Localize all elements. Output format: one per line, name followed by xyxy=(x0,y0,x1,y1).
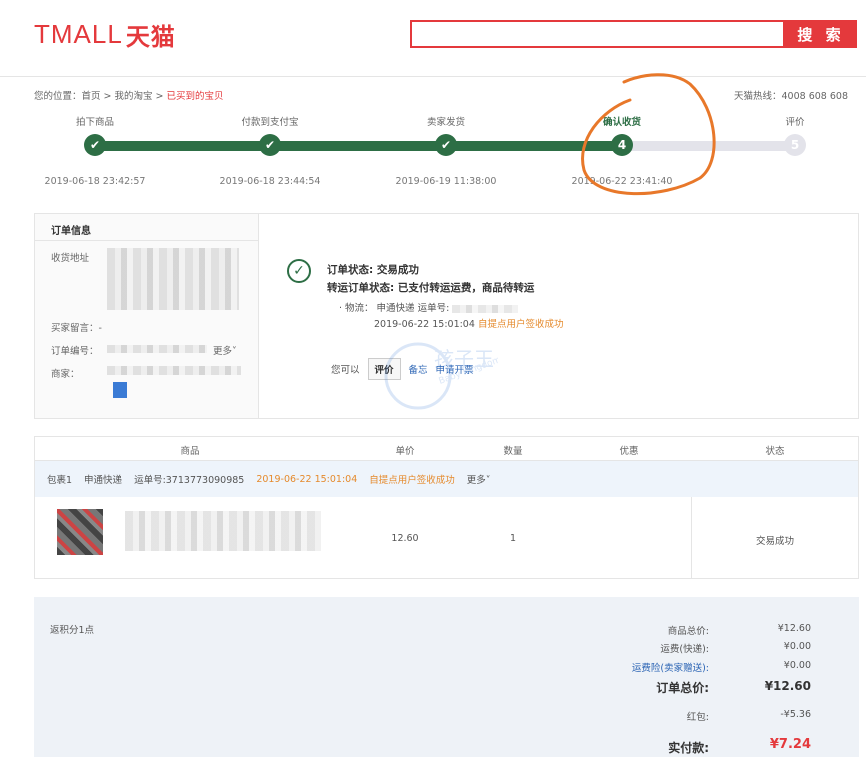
package-row: 包裹1 申通快递 运单号:3713773090985 2019-06-22 15… xyxy=(35,461,858,497)
subtotal-label: 商品总价: xyxy=(667,626,709,637)
logistics-detail: 2019-06-22 15:01:04 自提点用户签收成功 xyxy=(374,316,563,330)
progress-bar-done xyxy=(95,141,622,151)
search-button[interactable]: 搜 索 xyxy=(785,20,857,48)
shipping-label: 运费(快递): xyxy=(660,644,709,655)
step-time-3: 2019-06-19 11:38:00 xyxy=(395,176,497,187)
merchant-blurred xyxy=(107,366,241,375)
points-return: 返积分1点 xyxy=(50,625,95,636)
order-total-label: 订单总价: xyxy=(656,681,709,695)
step-time-1: 2019-06-18 23:42:57 xyxy=(44,176,146,187)
step-dot-3: ✔ xyxy=(435,134,457,156)
logistics-status[interactable]: 自提点用户签收成功 xyxy=(478,319,564,330)
tmall-logo[interactable]: TMALL 天猫 xyxy=(34,18,176,51)
order-number-blurred xyxy=(107,345,207,353)
address-label: 收货地址 xyxy=(51,253,90,264)
actual-paid-value: ¥7.24 xyxy=(769,737,811,752)
row-qty: 1 xyxy=(509,533,517,544)
subtotal-value: ¥12.60 xyxy=(777,623,811,634)
order-status-text: 订单状态: 交易成功 xyxy=(327,264,419,276)
step-label-5: 评价 xyxy=(785,117,805,128)
address-blurred xyxy=(107,248,239,310)
logistics-line: · 物流： 申通快递 运单号: xyxy=(339,300,519,314)
row-status: 交易成功 xyxy=(755,536,795,547)
merchant-label: 商家： xyxy=(51,369,80,380)
order-actions: 您可以 评价 备忘 申请开票 xyxy=(331,358,474,380)
step-dot-2: ✔ xyxy=(259,134,281,156)
order-number-label: 订单编号： xyxy=(51,346,99,357)
tracking-blurred xyxy=(452,304,519,313)
step-dot-4: 4 xyxy=(611,134,633,156)
divider xyxy=(35,240,258,241)
package-label: 包裹1 xyxy=(47,475,73,486)
search-bar: 搜 索 xyxy=(410,20,857,48)
you-can-label: 您可以 xyxy=(331,365,360,376)
order-total-value: ¥12.60 xyxy=(764,679,811,693)
insurance-value: ¥0.00 xyxy=(783,660,811,671)
buyer-message: 买家留言：- xyxy=(51,323,102,334)
package-time: 2019-06-22 15:01:04 xyxy=(256,473,358,485)
search-input[interactable] xyxy=(410,20,785,48)
header-divider xyxy=(0,76,866,77)
step-time-2: 2019-06-18 23:44:54 xyxy=(219,176,321,187)
package-tracking: 运单号:3713773090985 xyxy=(134,475,245,486)
col-price: 单价 xyxy=(395,446,415,457)
package-carrier: 申通快递 xyxy=(84,475,123,486)
success-check-icon: ✓ xyxy=(287,259,311,283)
order-progress: 拍下商品 付款到支付宝 卖家发货 确认收货 评价 ✔ ✔ ✔ 4 5 2019-… xyxy=(34,108,864,198)
order-info-title: 订单信息 xyxy=(51,226,91,237)
breadcrumb-current[interactable]: 已买到的宝贝 xyxy=(167,91,224,102)
red-packet-value: -¥5.36 xyxy=(780,709,811,720)
actual-paid-label: 实付款: xyxy=(668,741,709,755)
logo-latin: TMALL xyxy=(34,18,123,49)
package-status[interactable]: 自提点用户签收成功 xyxy=(369,472,455,486)
step-time-4: 2019-06-22 23:41:40 xyxy=(571,176,673,187)
table-header: 商品 单价 数量 优惠 状态 xyxy=(35,437,858,461)
col-goods: 商品 xyxy=(180,446,200,457)
logistics-time: 2019-06-22 15:01:04 xyxy=(374,319,475,330)
step-label-1: 拍下商品 xyxy=(75,117,115,128)
product-thumbnail[interactable] xyxy=(57,509,103,555)
more-toggle[interactable]: 更多˅ xyxy=(213,343,237,357)
items-table: 商品 单价 数量 优惠 状态 包裹1 申通快递 运单号:371377309098… xyxy=(34,436,859,579)
order-info: 订单信息 收货地址 买家留言：- 订单编号： 更多˅ 商家： xyxy=(35,214,259,418)
merchant-icon xyxy=(113,382,127,398)
memo-link[interactable]: 备忘 xyxy=(409,362,428,376)
breadcrumb-path[interactable]: 您的位置：首页 > 我的淘宝 > xyxy=(34,91,167,102)
logo-cn: 天猫 xyxy=(125,22,176,51)
hotline: 天猫热线：4008 608 608 xyxy=(734,91,848,102)
row-price: 12.60 xyxy=(391,533,419,544)
step-dot-1: ✔ xyxy=(84,134,106,156)
red-packet-label: 红包: xyxy=(686,712,709,723)
step-label-4: 确认收货 xyxy=(602,117,642,128)
breadcrumb: 您的位置：首页 > 我的淘宝 > 已买到的宝贝 xyxy=(34,88,224,102)
step-dot-5: 5 xyxy=(784,134,806,156)
invoice-link[interactable]: 申请开票 xyxy=(436,362,474,376)
package-more[interactable]: 更多˅ xyxy=(467,472,491,486)
progress-bar-pending xyxy=(622,141,795,151)
col-discount: 优惠 xyxy=(619,446,639,457)
step-label-3: 卖家发货 xyxy=(426,117,466,128)
evaluate-button[interactable]: 评价 xyxy=(367,358,401,380)
col-qty: 数量 xyxy=(503,446,523,457)
divider xyxy=(691,497,692,578)
logistics-prefix: · 物流： 申通快递 运单号: xyxy=(339,303,450,314)
shipping-value: ¥0.00 xyxy=(783,641,811,652)
transfer-status-text: 转运订单状态: 已支付转运运费，商品待转运 xyxy=(327,282,535,294)
step-label-2: 付款到支付宝 xyxy=(241,117,299,128)
col-status: 状态 xyxy=(765,446,785,457)
product-title-blurred[interactable] xyxy=(125,511,321,551)
payment-summary: 返积分1点 商品总价: ¥12.60 运费(快递): ¥0.00 运费险(卖家赠… xyxy=(34,597,859,757)
insurance-label[interactable]: 运费险(卖家赠送): xyxy=(509,660,709,674)
table-row: 12.60 1 交易成功 xyxy=(35,497,858,578)
order-panel: 订单信息 收货地址 买家留言：- 订单编号： 更多˅ 商家： ✓ 订单状态: 交… xyxy=(34,213,859,419)
